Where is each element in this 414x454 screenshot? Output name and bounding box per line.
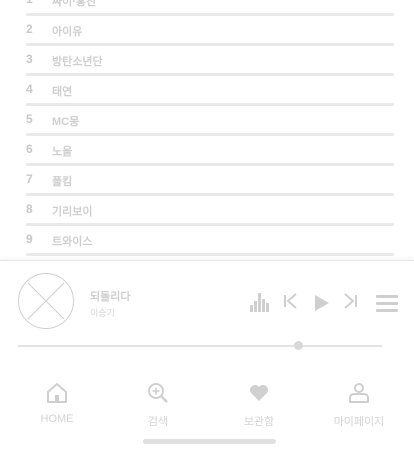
tab-library[interactable]: 보관함: [214, 381, 304, 429]
artist-name: 기리보이: [52, 206, 93, 218]
home-indicator[interactable]: [143, 439, 276, 444]
artist-name: 태연: [52, 86, 73, 98]
previous-icon[interactable]: [283, 291, 299, 316]
list-item[interactable]: 3 방탄소년단: [26, 46, 394, 76]
tab-label: 마이페이지: [333, 416, 385, 428]
tab-label: HOME: [40, 413, 74, 425]
artist-name: 아이유: [52, 26, 83, 38]
rank-number: 2: [26, 22, 33, 36]
song-artist: 이승기: [90, 308, 115, 318]
rank-number: 5: [26, 112, 33, 126]
list-item[interactable]: 8 기리보이: [26, 196, 394, 226]
list-item[interactable]: 5 MC몽: [26, 106, 394, 136]
progress-knob[interactable]: [294, 341, 304, 350]
person-icon: [349, 383, 369, 403]
list-item[interactable]: 9 트와이스: [26, 226, 394, 256]
row-divider: [26, 253, 394, 256]
play-icon[interactable]: [313, 293, 331, 318]
tab-home[interactable]: HOME: [12, 381, 102, 425]
tab-mypage[interactable]: 마이페이지: [314, 381, 404, 429]
artist-name: 방탄소년단: [52, 56, 103, 68]
search-icon: [148, 383, 168, 403]
artist-name: 트와이스: [52, 236, 93, 248]
progress-bar[interactable]: [18, 341, 382, 350]
menu-icon[interactable]: [376, 293, 398, 318]
chart-list: 1 싸이·홍진 2 아이유 3 방탄소년단 4 태연 5 MC몽 6 노을 7 폴킴 8 기리보…: [0, 0, 414, 256]
song-title: 되돌리다: [90, 291, 131, 303]
album-art-placeholder[interactable]: [18, 273, 74, 329]
list-item[interactable]: 4 태연: [26, 76, 394, 106]
list-item[interactable]: 6 노을: [26, 136, 394, 166]
rank-number: 3: [26, 52, 33, 66]
mini-player: 되돌리다 이승기 HOME 검색 보관함 마이페이지: [0, 260, 414, 454]
tab-label: 검색: [147, 416, 169, 428]
tab-search[interactable]: 검색: [113, 381, 203, 429]
rank-number: 4: [26, 82, 33, 96]
rank-number: 7: [26, 172, 33, 186]
rank-number: 1: [26, 0, 42, 6]
list-item[interactable]: 1 싸이·홍진: [26, 0, 394, 16]
list-item[interactable]: 7 폴킴: [26, 166, 394, 196]
list-item[interactable]: 2 아이유: [26, 16, 394, 46]
rank-number: 6: [26, 142, 33, 156]
home-icon: [47, 383, 67, 403]
placeholder-x-icon: [27, 282, 65, 320]
tab-label: 보관함: [243, 416, 275, 428]
artist-name: 싸이·홍진: [52, 0, 97, 8]
rank-number: 9: [26, 232, 33, 246]
artist-name: 폴킴: [52, 176, 73, 188]
artist-name: MC몽: [52, 116, 80, 128]
equalizer-icon[interactable]: [249, 291, 271, 318]
next-icon[interactable]: [342, 291, 358, 316]
heart-icon: [250, 385, 268, 401]
artist-name: 노을: [52, 146, 73, 158]
rank-number: 8: [26, 202, 33, 216]
